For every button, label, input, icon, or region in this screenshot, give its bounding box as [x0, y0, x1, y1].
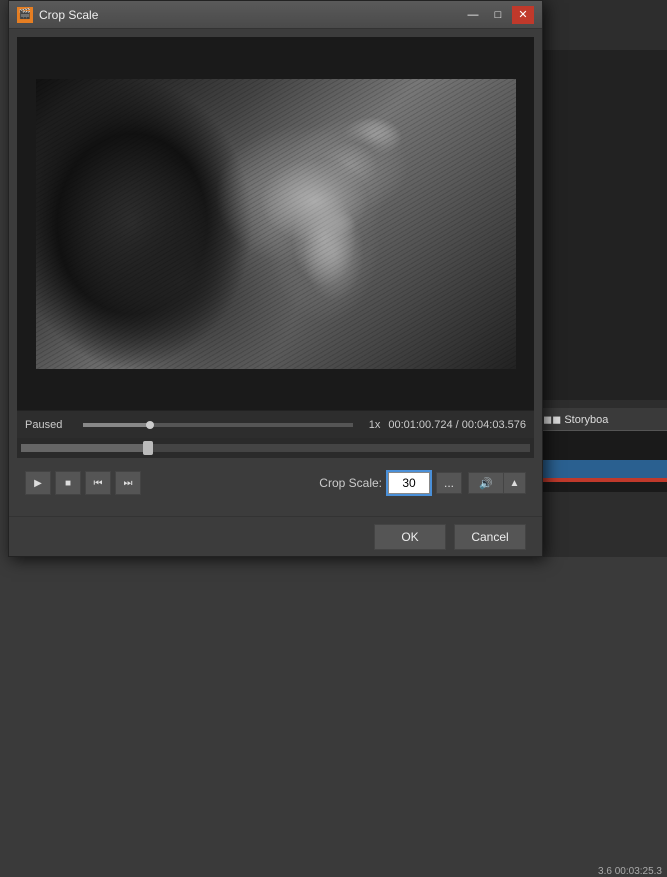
background-preview — [537, 50, 667, 400]
volume-control: 🔊 ▲ — [468, 472, 526, 494]
window-controls[interactable]: — □ ✕ — [462, 6, 534, 24]
prev-button[interactable]: ⏮ — [85, 471, 111, 495]
timecode-display: 00:01:00.724 / 00:04:03.576 — [388, 419, 526, 431]
crop-scale-input[interactable] — [388, 472, 430, 494]
title-bar-left: 🎬 Crop Scale — [17, 7, 98, 23]
dialog-title: Crop Scale — [39, 8, 98, 22]
crop-scale-more-button[interactable]: ... — [436, 472, 462, 494]
progress-fill — [83, 423, 150, 427]
playback-status: Paused — [25, 419, 75, 431]
play-button[interactable]: ▶ — [25, 471, 51, 495]
title-bar: 🎬 Crop Scale — □ ✕ — [9, 1, 542, 29]
video-preview-area — [17, 37, 534, 410]
next-button[interactable]: ⏭ — [115, 471, 141, 495]
status-bar: Paused 1x 00:01:00.724 / 00:04:03.576 — [17, 410, 534, 438]
background-timecode: 3.6 00:03:25.3 — [598, 866, 662, 877]
playback-buttons: ▶ ■ ⏮ ⏭ — [25, 471, 141, 495]
progress-slider-area[interactable] — [83, 423, 353, 427]
maximize-button[interactable]: □ — [487, 6, 509, 24]
cancel-button[interactable]: Cancel — [454, 524, 526, 550]
dialog-actions: OK Cancel — [9, 516, 542, 556]
volume-up-button[interactable]: ▲ — [504, 472, 526, 494]
stop-button[interactable]: ■ — [55, 471, 81, 495]
background-timeline-red — [537, 478, 667, 482]
app-icon: 🎬 — [17, 7, 33, 23]
seekbar-fill — [21, 444, 148, 452]
volume-button[interactable]: 🔊 — [468, 472, 504, 494]
video-frame — [36, 79, 516, 369]
speed-indicator: 1x — [369, 419, 381, 431]
bottom-controls: ▶ ■ ⏮ ⏭ Crop Scale: ... 🔊 — [17, 458, 534, 508]
minimize-button[interactable]: — — [462, 6, 484, 24]
crop-scale-label: Crop Scale: — [319, 476, 382, 490]
background-timeline-blue — [537, 460, 667, 478]
progress-thumb — [146, 421, 154, 429]
ok-button[interactable]: OK — [374, 524, 446, 550]
progress-slider[interactable] — [83, 423, 353, 427]
video-canvas — [17, 37, 534, 410]
storyboard-label: ◼◼ Storyboa — [537, 408, 667, 430]
seekbar-area[interactable] — [17, 438, 534, 458]
seekbar[interactable] — [21, 444, 530, 452]
seekbar-thumb — [143, 441, 153, 455]
crop-scale-dialog: 🎬 Crop Scale — □ ✕ Paused 1x 00:01:00.72… — [8, 0, 543, 557]
crop-scale-section: Crop Scale: ... 🔊 ▲ — [319, 472, 526, 494]
close-button[interactable]: ✕ — [512, 6, 534, 24]
background-timeline-header: 3.6 00:03:25.3 — [537, 430, 667, 460]
